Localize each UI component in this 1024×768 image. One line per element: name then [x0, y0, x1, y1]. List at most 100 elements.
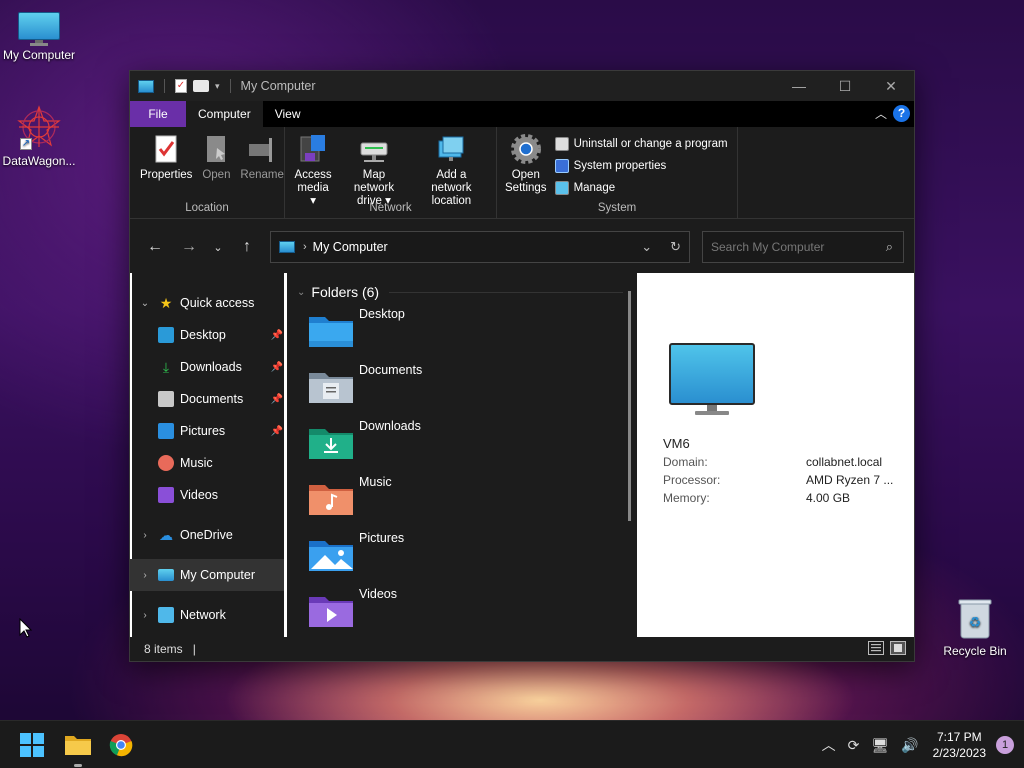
ribbon-group-label: Network — [369, 202, 412, 214]
chrome-taskbar-button[interactable] — [109, 733, 133, 757]
system-properties-button[interactable]: System properties — [554, 157, 728, 175]
nav-my-computer[interactable]: › My Computer — [130, 559, 287, 591]
chrome-icon — [109, 734, 133, 757]
recent-locations-chevron-icon[interactable]: ⌄ — [206, 232, 230, 262]
quick-access-toolbar: ✓ ▾ — [138, 79, 235, 93]
expand-chevron-icon[interactable]: › — [138, 530, 152, 541]
documents-folder-icon — [309, 369, 353, 403]
desktop-icon-datawagon[interactable]: ↗ DataWagon... — [0, 104, 80, 168]
address-dropdown-chevron-icon[interactable]: ⌄ — [641, 239, 652, 255]
folder-item[interactable]: Documents — [297, 359, 637, 415]
nav-desktop[interactable]: Desktop 📌 — [130, 319, 287, 351]
nav-downloads[interactable]: ⤓ Downloads 📌 — [130, 351, 287, 383]
back-button[interactable]: ← — [138, 232, 172, 262]
details-view-button[interactable] — [868, 641, 884, 655]
item-count: 8 items — [144, 642, 183, 656]
shortcut-arrow-icon: ↗ — [20, 138, 32, 150]
programs-icon — [554, 137, 569, 151]
tab-computer[interactable]: Computer — [186, 101, 263, 127]
maximize-button[interactable]: ☐ — [822, 71, 868, 101]
nav-music[interactable]: Music — [130, 447, 287, 479]
status-bar: 8 items | — [130, 637, 914, 661]
ribbon: Properties Open Rename Location Access m… — [130, 127, 914, 219]
folder-label: Downloads — [359, 419, 421, 433]
file-explorer-taskbar-button[interactable] — [65, 733, 91, 767]
manage-button[interactable]: Manage — [554, 179, 728, 197]
folders-group-header[interactable]: ⌄ Folders (6) — [297, 281, 637, 303]
expand-chevron-icon[interactable]: › — [138, 570, 152, 581]
folder-item[interactable]: Desktop — [297, 303, 637, 359]
clock[interactable]: 7:17 PM 2/23/2023 — [933, 729, 986, 761]
search-placeholder: Search My Computer — [711, 240, 825, 254]
recycle-bin-icon: ♻ — [958, 598, 992, 640]
status-separator: | — [192, 642, 196, 656]
title-bar[interactable]: ✓ ▾ My Computer — ☐ ✕ — [130, 71, 914, 101]
content-pane: ⌄ Folders (6) Desktop Documents Download… — [287, 273, 637, 637]
expand-chevron-icon[interactable]: › — [138, 610, 152, 621]
folder-icon — [65, 736, 91, 755]
folder-label: Music — [359, 475, 392, 489]
up-button[interactable]: ↑ — [230, 232, 264, 262]
address-field[interactable]: › My Computer ⌄ ↻ — [270, 231, 690, 263]
manage-label: Manage — [573, 182, 616, 194]
new-folder-qa-icon[interactable] — [193, 80, 209, 92]
datawagon-logo-icon: ↗ — [16, 104, 62, 150]
desktop-icon-recycle-bin[interactable]: ♻ Recycle Bin — [934, 598, 1016, 658]
collapse-chevron-icon[interactable]: ⌄ — [297, 287, 305, 298]
videos-icon — [158, 487, 174, 503]
notification-badge[interactable]: 1 — [996, 736, 1014, 754]
domain-row: Domain: collabnet.local — [663, 455, 882, 469]
network-status-icon[interactable]: 🖥 — [871, 737, 889, 754]
minimize-button[interactable]: — — [776, 71, 822, 101]
folder-item[interactable]: Videos — [297, 583, 637, 639]
domain-label: Domain: — [663, 455, 708, 469]
show-hidden-icons-chevron-icon[interactable]: ︿ — [822, 735, 836, 755]
nav-videos[interactable]: Videos — [130, 479, 287, 511]
help-icon[interactable]: ? — [893, 105, 910, 122]
cloud-icon: ☁ — [159, 527, 173, 543]
desktop-folder-icon — [158, 327, 174, 343]
start-button[interactable] — [20, 733, 44, 757]
nav-onedrive[interactable]: › ☁ OneDrive — [130, 519, 287, 551]
nav-network[interactable]: › Network — [130, 599, 287, 631]
close-button[interactable]: ✕ — [868, 71, 914, 101]
folder-label: Pictures — [359, 531, 405, 545]
properties-label: Properties — [140, 169, 193, 181]
gear-icon — [510, 133, 542, 165]
content-scrollbar[interactable] — [628, 291, 631, 521]
search-icon[interactable]: ⌕ — [886, 239, 893, 255]
system-tray: ︿ ⟳ 🖥 🔊 7:17 PM 2/23/2023 1 — [816, 721, 1024, 768]
nav-label: Quick access — [180, 296, 255, 310]
collapse-ribbon-chevron-icon[interactable]: ︿ — [875, 105, 887, 122]
folder-item[interactable]: Downloads — [297, 415, 637, 471]
uninstall-program-button[interactable]: Uninstall or change a program — [554, 135, 728, 153]
nav-pictures[interactable]: Pictures 📌 — [130, 415, 287, 447]
expand-chevron-icon[interactable]: ⌄ — [138, 298, 152, 309]
star-icon: ★ — [159, 295, 173, 311]
processor-label: Processor: — [663, 473, 721, 487]
tab-view[interactable]: View — [263, 101, 313, 127]
refresh-icon[interactable]: ↻ — [670, 239, 681, 255]
breadcrumb[interactable]: My Computer — [313, 240, 388, 254]
clock-time: 7:17 PM — [936, 730, 982, 744]
volume-icon[interactable]: 🔊 — [901, 737, 918, 754]
nav-quick-access[interactable]: ⌄ ★ Quick access — [130, 287, 287, 319]
tab-file[interactable]: File — [130, 101, 186, 127]
forward-button[interactable]: → — [172, 232, 206, 262]
sync-status-icon[interactable]: ⟳ — [848, 737, 860, 754]
address-bar-row: ← → ⌄ ↑ › My Computer ⌄ ↻ Search My Comp… — [130, 219, 914, 275]
nav-documents[interactable]: Documents 📌 — [130, 383, 287, 415]
nav-label: Network — [180, 608, 226, 622]
pictures-folder-icon — [309, 537, 353, 571]
folder-item[interactable]: Pictures — [297, 527, 637, 583]
properties-qa-icon[interactable]: ✓ — [175, 79, 187, 93]
large-icons-view-button[interactable] — [890, 641, 906, 655]
customize-qa-chevron-icon[interactable]: ▾ — [215, 81, 220, 92]
pictures-icon — [158, 423, 174, 439]
monitor-icon — [18, 12, 60, 46]
music-icon — [158, 455, 174, 471]
nav-label: Desktop — [180, 328, 226, 342]
desktop-icon-my-computer[interactable]: My Computer — [0, 12, 80, 62]
search-input[interactable]: Search My Computer ⌕ — [702, 231, 904, 263]
folder-item[interactable]: Music — [297, 471, 637, 527]
